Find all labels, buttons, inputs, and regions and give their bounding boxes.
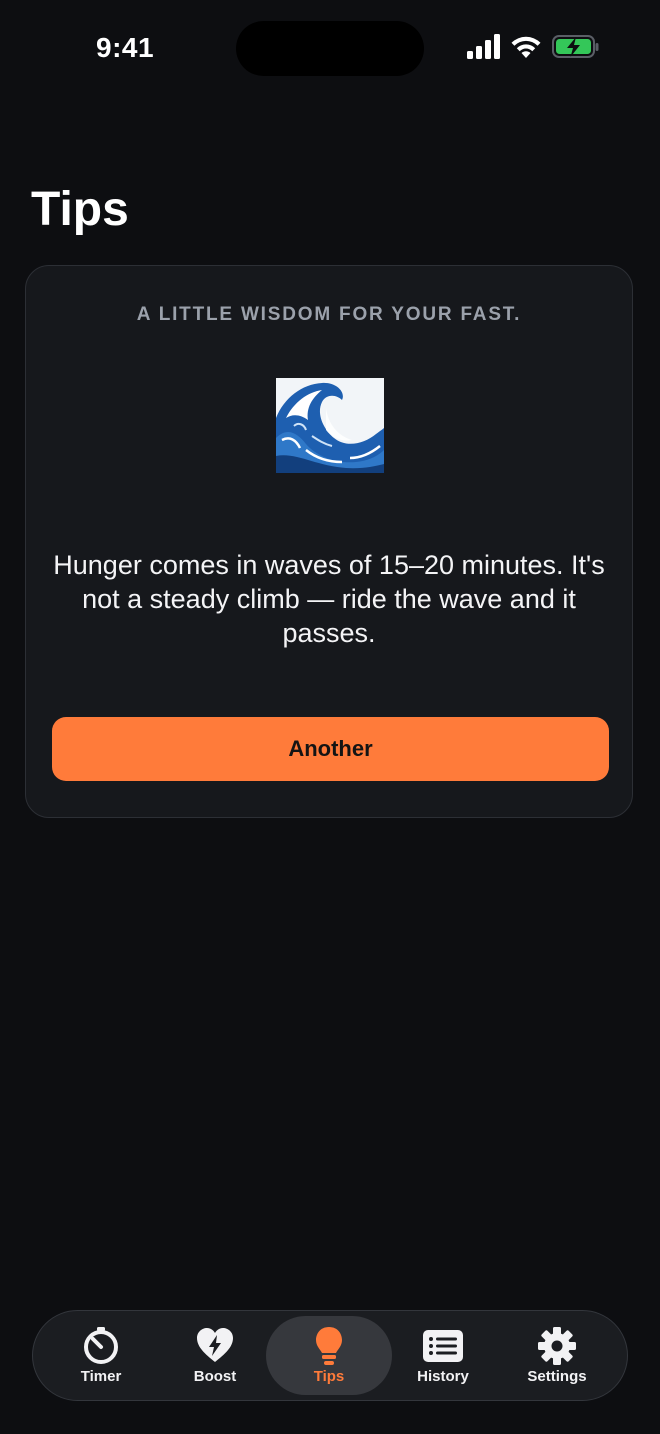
tips-screen: 9:41 Tips A LITTLE WISDOM FOR YOUR FAST. [0, 0, 660, 1434]
dynamic-island [236, 21, 424, 76]
tab-settings[interactable]: Settings [494, 1316, 620, 1395]
list-icon [423, 1330, 463, 1362]
tip-text: Hunger comes in waves of 15–20 minutes. … [53, 550, 605, 648]
cellular-signal-icon [467, 34, 500, 59]
page-title: Tips [31, 183, 129, 236]
gear-icon [538, 1327, 576, 1365]
card-eyebrow: A LITTLE WISDOM FOR YOUR FAST. [136, 304, 522, 325]
lightbulb-icon [316, 1327, 342, 1365]
tab-boost[interactable]: Boost [152, 1316, 278, 1395]
tip-card: A LITTLE WISDOM FOR YOUR FAST. Hunger co… [25, 265, 633, 818]
status-icons [466, 34, 606, 64]
tab-timer[interactable]: Timer [38, 1316, 164, 1395]
tab-label: History [417, 1368, 469, 1385]
battery-charging-icon [552, 35, 599, 58]
wave-emoji-icon [276, 378, 384, 473]
heart-bolt-icon [197, 1328, 233, 1362]
tab-label: Boost [193, 1368, 237, 1385]
wifi-icon [511, 36, 541, 58]
stopwatch-icon [84, 1327, 118, 1364]
tab-bar: Timer Boost Tips History Settings [32, 1310, 628, 1401]
tab-history[interactable]: History [380, 1316, 506, 1395]
tab-label: Timer [80, 1368, 122, 1385]
another-tip-button[interactable]: Another [52, 717, 609, 781]
status-time: 9:41 [96, 32, 155, 63]
tab-label: Settings [527, 1368, 587, 1385]
tab-tips[interactable]: Tips [266, 1316, 392, 1395]
tab-label: Tips [313, 1368, 345, 1385]
